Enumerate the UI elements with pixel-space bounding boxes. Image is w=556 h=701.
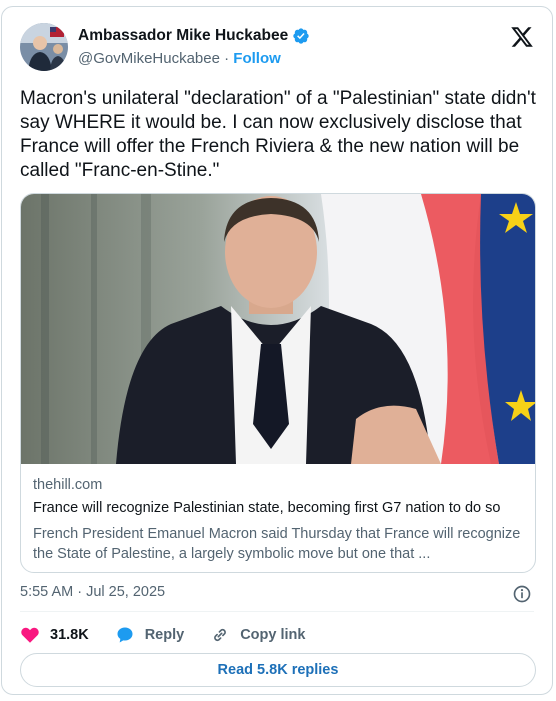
link-description: French President Emanuel Macron said Thu… bbox=[33, 526, 521, 562]
link-domain: thehill.com bbox=[33, 477, 103, 493]
follow-button[interactable]: Follow bbox=[233, 50, 281, 67]
handle-row: @GovMikeHuckabee · Follow bbox=[78, 50, 281, 67]
x-logo-icon[interactable] bbox=[510, 25, 534, 49]
reply-label: Reply bbox=[144, 627, 185, 643]
avatar[interactable] bbox=[20, 23, 68, 71]
like-button[interactable]: 31.8K bbox=[20, 625, 89, 645]
tweet-card[interactable]: Ambassador Mike Huckabee @GovMikeHuckabe… bbox=[1, 6, 553, 695]
divider bbox=[20, 611, 534, 612]
link-preview-image[interactable] bbox=[21, 194, 536, 464]
read-replies-button[interactable]: Read 5.8K replies bbox=[20, 653, 536, 687]
link-icon bbox=[214, 628, 227, 642]
tweet-text: Macron's unilateral "declaration" of a "… bbox=[20, 88, 536, 181]
verified-badge-icon bbox=[293, 28, 309, 44]
author-handle[interactable]: @GovMikeHuckabee bbox=[78, 50, 220, 67]
action-bar: 31.8K Reply Copy link bbox=[20, 623, 331, 647]
tweet-header: Ambassador Mike Huckabee @GovMikeHuckabe… bbox=[20, 23, 534, 75]
display-name[interactable]: Ambassador Mike Huckabee bbox=[78, 27, 288, 45]
separator-dot: · bbox=[224, 50, 230, 67]
timestamp-row: 5:55 AM · Jul 25, 2025 bbox=[20, 584, 534, 608]
copy-link-label: Copy link bbox=[240, 627, 306, 643]
info-icon[interactable] bbox=[512, 584, 532, 604]
heart-icon bbox=[21, 627, 39, 643]
reply-button[interactable]: Reply bbox=[115, 625, 185, 645]
link-preview-card[interactable]: thehill.com France will recognize Palest… bbox=[20, 193, 536, 573]
link-title[interactable]: France will recognize Palestinian state,… bbox=[33, 500, 523, 516]
timestamp[interactable]: 5:55 AM · Jul 25, 2025 bbox=[20, 584, 165, 600]
copy-link-button[interactable]: Copy link bbox=[210, 625, 305, 645]
reply-bubble-icon bbox=[117, 627, 133, 643]
like-count: 31.8K bbox=[50, 627, 89, 643]
